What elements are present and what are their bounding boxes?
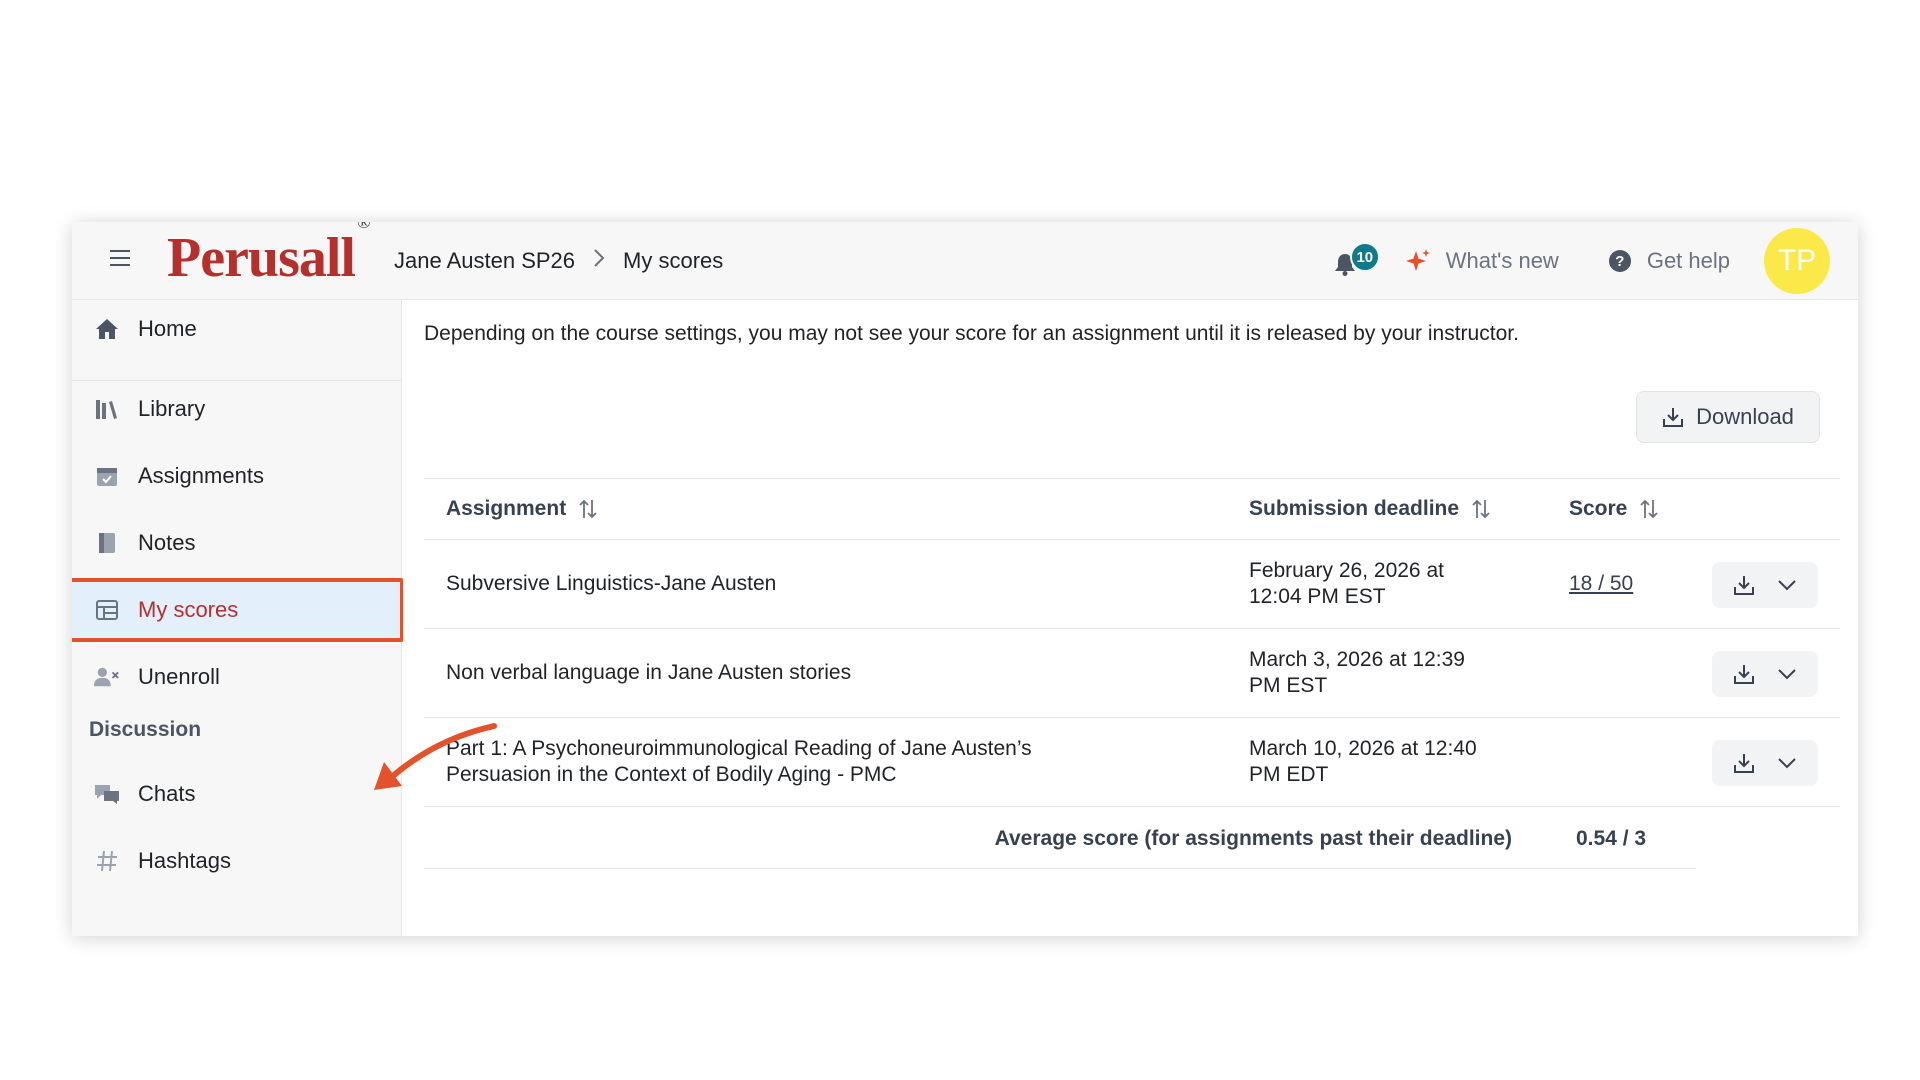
chevron-down-icon: [1778, 758, 1796, 769]
home-icon: [94, 316, 120, 342]
chevron-down-icon: [1778, 669, 1796, 680]
sidebar-item-assignments[interactable]: Assignments: [72, 447, 402, 505]
discussion-section-label: Discussion: [89, 718, 202, 741]
sidebar-item-chats[interactable]: Chats: [72, 765, 402, 823]
download-icon: [1663, 408, 1684, 427]
sidebar-item-label: Unenroll: [138, 664, 220, 689]
sidebar-item-label: Library: [138, 396, 206, 421]
chat-bubbles-icon: [94, 781, 120, 807]
table-header-row: Assignment Submission deadline Score: [424, 478, 1840, 540]
user-remove-icon: [94, 664, 120, 690]
breadcrumb-current: My scores: [623, 248, 724, 273]
table-row: Part 1: A Psychoneuroimmunological Readi…: [424, 718, 1840, 807]
download-icon: [1734, 576, 1754, 595]
calendar-check-icon: [94, 463, 120, 489]
download-button[interactable]: Download: [1636, 391, 1820, 443]
column-header-assignment[interactable]: Assignment: [446, 497, 598, 521]
user-avatar[interactable]: TP: [1764, 228, 1830, 294]
sidebar: Home Library Assignments Notes My scores…: [72, 300, 404, 936]
main-content: Depending on the course settings, you ma…: [403, 300, 1858, 936]
average-score-row: Average score (for assignments past thei…: [424, 807, 1696, 869]
assignment-name[interactable]: Non verbal language in Jane Austen stori…: [446, 660, 851, 686]
header-actions: 10 What's new ? Get help TP: [1332, 222, 1830, 300]
download-label: Download: [1696, 404, 1794, 429]
whats-new-label: What's new: [1445, 248, 1559, 273]
scores-table-icon: [94, 597, 120, 623]
download-icon: [1734, 665, 1754, 684]
perusall-logo[interactable]: Perusall®: [167, 222, 371, 286]
top-bar: Perusall® Jane Austen SP26 My scores 10: [72, 222, 1858, 300]
whats-new-button[interactable]: What's new: [1404, 247, 1559, 275]
average-score-label: Average score (for assignments past thei…: [994, 827, 1512, 850]
hashtag-icon: [94, 848, 120, 874]
assignment-name[interactable]: Subversive Linguistics-Jane Austen: [446, 571, 776, 597]
sort-icon: [1639, 498, 1659, 520]
sidebar-item-my-scores[interactable]: My scores: [72, 581, 402, 639]
sidebar-item-home[interactable]: Home: [72, 300, 402, 358]
app-window: Perusall® Jane Austen SP26 My scores 10: [72, 222, 1858, 936]
breadcrumb: Jane Austen SP26 My scores: [394, 248, 723, 274]
score-release-notice: Depending on the course settings, you ma…: [424, 322, 1519, 345]
sort-icon: [1471, 498, 1491, 520]
sparkle-icon: [1405, 249, 1430, 271]
sidebar-item-label: Home: [138, 316, 197, 341]
sidebar-item-label: My scores: [138, 597, 239, 622]
notebook-icon: [94, 530, 120, 556]
get-help-label: Get help: [1646, 248, 1730, 273]
row-actions-button[interactable]: [1712, 740, 1818, 786]
scores-table: Assignment Submission deadline Score Sub…: [424, 478, 1840, 869]
score-link[interactable]: 18 / 50: [1569, 571, 1633, 597]
sidebar-item-label: Chats: [138, 781, 196, 806]
row-actions-button[interactable]: [1712, 651, 1818, 697]
sidebar-item-unenroll[interactable]: Unenroll: [72, 648, 402, 706]
deadline-cell: March 10, 2026 at 12:40 PM EDT: [1249, 737, 1477, 786]
get-help-button[interactable]: ? Get help: [1608, 248, 1730, 274]
notification-count-badge: 10: [1349, 242, 1380, 272]
table-row: Subversive Linguistics-Jane Austen Febru…: [424, 540, 1840, 629]
sidebar-item-notes[interactable]: Notes: [72, 514, 402, 572]
chevron-down-icon: [1778, 580, 1796, 591]
breadcrumb-course[interactable]: Jane Austen SP26: [394, 248, 575, 274]
sidebar-item-label: Hashtags: [138, 848, 231, 873]
sort-icon: [578, 498, 598, 520]
download-icon: [1734, 754, 1754, 773]
library-icon: [94, 396, 120, 422]
chevron-right-icon: [593, 248, 605, 274]
sidebar-item-label: Assignments: [138, 463, 264, 488]
column-header-score[interactable]: Score: [1569, 497, 1659, 521]
sidebar-item-hashtags[interactable]: Hashtags: [72, 832, 402, 890]
column-header-deadline[interactable]: Submission deadline: [1249, 497, 1491, 521]
annotation-arrow-icon: [374, 723, 497, 790]
sidebar-item-label: Notes: [138, 530, 196, 555]
deadline-cell: February 26, 2026 at 12:04 PM EST: [1249, 559, 1444, 608]
question-circle-icon: ?: [1608, 250, 1631, 272]
deadline-cell: March 3, 2026 at 12:39 PM EST: [1249, 648, 1465, 697]
sidebar-item-library[interactable]: Library: [72, 380, 402, 438]
menu-icon[interactable]: [110, 250, 130, 270]
table-row: Non verbal language in Jane Austen stori…: [424, 629, 1840, 718]
average-score-value: 0.54 / 3: [1576, 827, 1647, 850]
assignment-name[interactable]: Part 1: A Psychoneuroimmunological Readi…: [446, 736, 1032, 788]
row-actions-button[interactable]: [1712, 562, 1818, 608]
notifications-button[interactable]: 10: [1332, 242, 1380, 276]
